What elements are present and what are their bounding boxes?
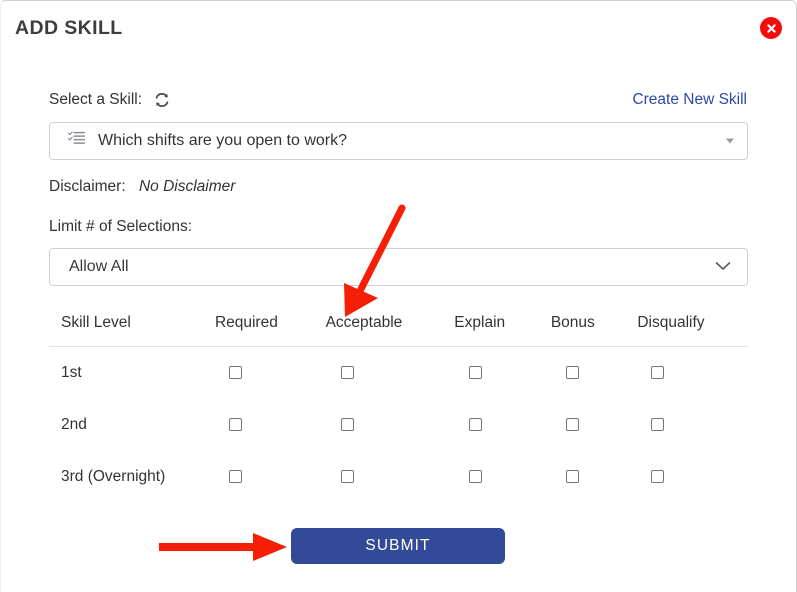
skill-level-table: Skill Level Required Acceptable Explain …: [49, 306, 748, 503]
page-title: ADD SKILL: [15, 17, 123, 39]
row-label-1: 1st: [61, 364, 82, 381]
table-row: 2nd: [49, 399, 748, 451]
checkbox-1st-acceptable[interactable]: [340, 366, 354, 380]
annotation-arrow-to-submit: [159, 533, 287, 561]
limit-selections-value: Allow All: [69, 258, 129, 275]
checklist-icon: [67, 131, 86, 151]
add-skill-modal: ADD SKILL Select a Skill: Create New Ski…: [0, 0, 797, 592]
checkbox-2nd-bonus[interactable]: [565, 418, 579, 432]
select-skill-label: Select a Skill:: [49, 91, 143, 108]
checkbox-2nd-disqualify[interactable]: [651, 418, 665, 432]
table-row: 1st: [49, 347, 748, 400]
checkbox-1st-explain[interactable]: [469, 366, 483, 380]
skill-select[interactable]: Which shifts are you open to work?: [49, 122, 748, 160]
table-row: 3rd (Overnight): [49, 451, 748, 503]
checkbox-1st-disqualify[interactable]: [651, 366, 665, 380]
checkbox-3rd-bonus[interactable]: [565, 470, 579, 484]
create-new-skill-link[interactable]: Create New Skill: [632, 91, 747, 109]
disclaimer-value: No Disclaimer: [138, 178, 236, 195]
refresh-icon[interactable]: [153, 91, 171, 109]
skill-select-value: Which shifts are you open to work?: [98, 132, 348, 149]
column-header-required: Required: [214, 306, 326, 347]
column-header-bonus: Bonus: [550, 306, 638, 347]
disclaimer-row: Disclaimer: No Disclaimer: [49, 178, 235, 196]
limit-selections-select[interactable]: Allow All: [49, 248, 748, 286]
checkbox-2nd-required[interactable]: [228, 418, 242, 432]
checkbox-2nd-explain[interactable]: [469, 418, 483, 432]
checkbox-3rd-acceptable[interactable]: [340, 470, 354, 484]
checkbox-2nd-acceptable[interactable]: [340, 418, 354, 432]
close-icon[interactable]: [760, 17, 782, 39]
checkbox-3rd-explain[interactable]: [469, 470, 483, 484]
limit-selections-label: Limit # of Selections:: [49, 218, 193, 235]
column-header-disqualify: Disqualify: [637, 306, 748, 347]
checkbox-1st-bonus[interactable]: [565, 366, 579, 380]
checkbox-3rd-disqualify[interactable]: [651, 470, 665, 484]
caret-down-icon: [726, 138, 734, 144]
row-label-3: 3rd (Overnight): [61, 468, 166, 485]
column-header-acceptable: Acceptable: [325, 306, 455, 347]
checkbox-1st-required[interactable]: [228, 366, 242, 380]
checkbox-3rd-required[interactable]: [228, 470, 242, 484]
column-header-explain: Explain: [454, 306, 551, 347]
row-label-2: 2nd: [61, 416, 87, 433]
submit-button[interactable]: SUBMIT: [291, 528, 505, 564]
chevron-down-icon: [715, 258, 731, 276]
column-header-skill-level: Skill Level: [49, 306, 215, 347]
table-header-row: Skill Level Required Acceptable Explain …: [49, 306, 748, 347]
disclaimer-label: Disclaimer:: [49, 178, 126, 195]
